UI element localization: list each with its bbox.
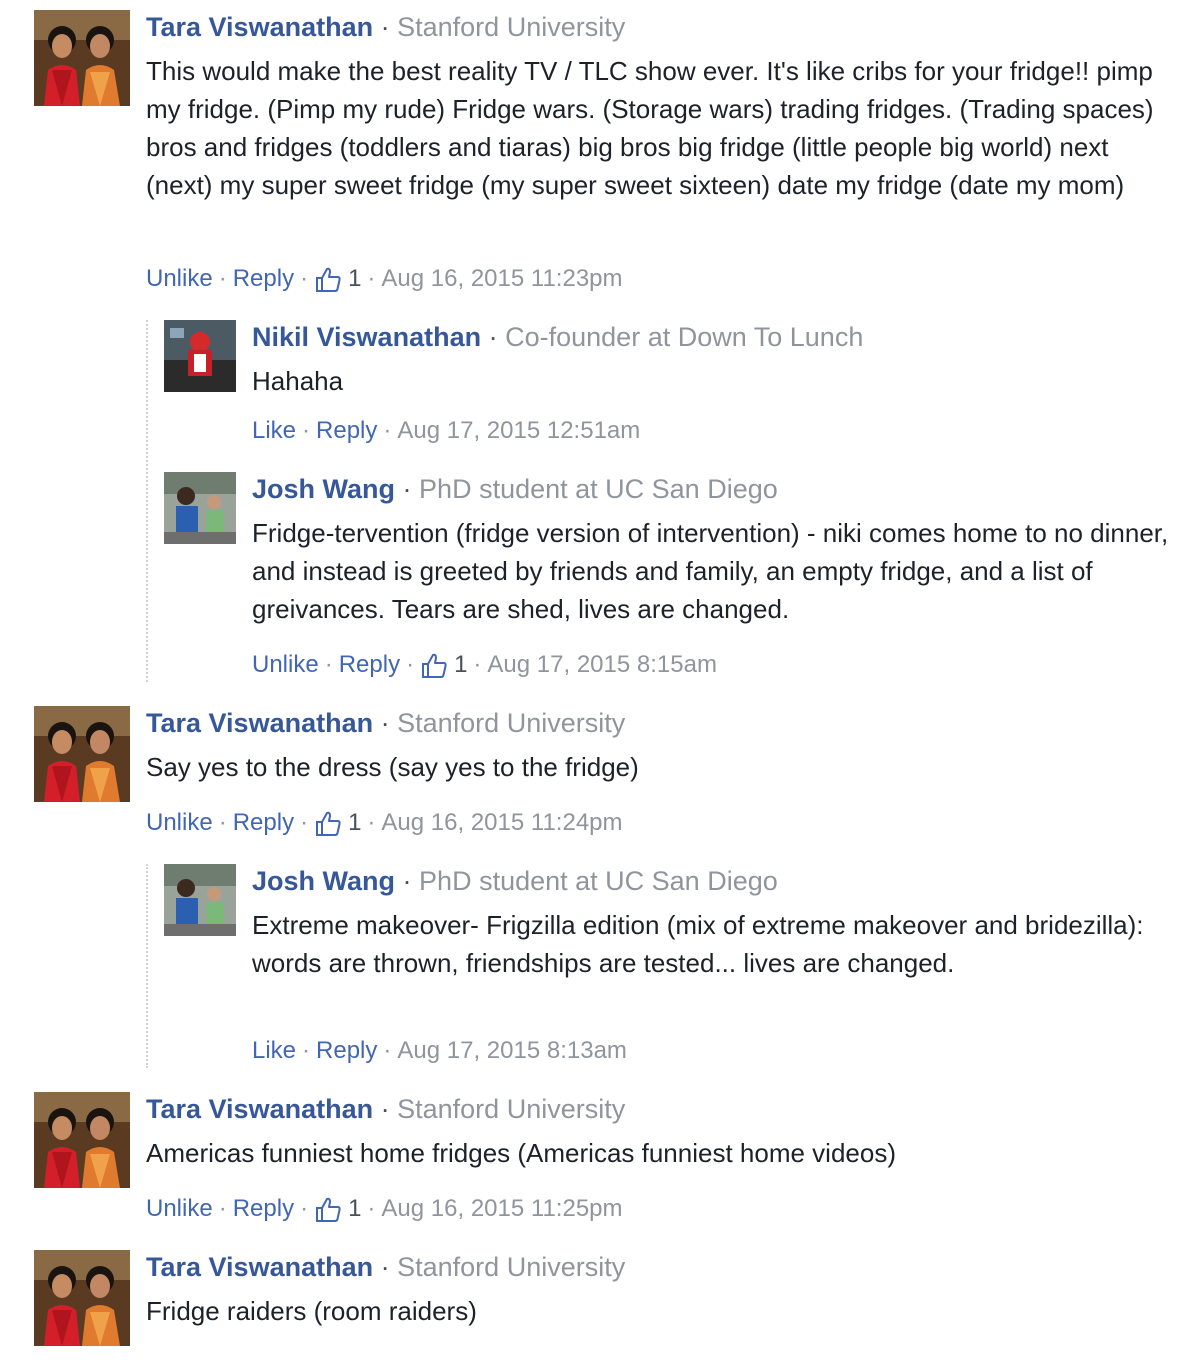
author-affiliation[interactable]: PhD student at UC San Diego <box>419 474 778 504</box>
author-affiliation[interactable]: Stanford University <box>397 12 625 42</box>
timestamp[interactable]: Aug 17, 2015 8:13am <box>397 1036 627 1066</box>
avatar[interactable] <box>34 1250 130 1346</box>
comment-text: Fridge-tervention (fridge version of int… <box>252 518 1169 624</box>
separator: · <box>380 12 390 42</box>
like-link[interactable]: Like <box>252 1036 296 1066</box>
comment-text: Fridge raiders (room raiders) <box>146 1296 477 1326</box>
comment-text: Hahaha <box>252 366 344 396</box>
avatar[interactable] <box>34 10 130 106</box>
author-affiliation[interactable]: Stanford University <box>397 1252 625 1282</box>
reply-thread <box>146 864 148 1068</box>
comment-text: Americas funniest home fridges (Americas… <box>146 1138 896 1168</box>
author-affiliation[interactable]: Stanford University <box>397 708 625 738</box>
timestamp[interactable]: Aug 16, 2015 11:25pm <box>381 1194 622 1224</box>
author-affiliation[interactable]: Co-founder at Down To Lunch <box>505 322 863 352</box>
author-affiliation[interactable]: PhD student at UC San Diego <box>419 866 778 896</box>
thumbs-up-icon <box>314 265 342 293</box>
unlike-link[interactable]: Unlike <box>146 264 213 294</box>
timestamp[interactable]: Aug 17, 2015 8:15am <box>487 650 717 680</box>
comment-text: Say yes to the dress (say yes to the fri… <box>146 752 639 782</box>
reply-link[interactable]: Reply <box>316 1036 377 1066</box>
thumbs-up-icon <box>314 809 342 837</box>
comment-text: Extreme makeover- Frigzilla edition (mix… <box>252 910 1144 978</box>
author-name[interactable]: Nikil Viswanathan <box>252 322 481 352</box>
author-name[interactable]: Tara Viswanathan <box>146 12 373 42</box>
avatar[interactable] <box>34 706 130 802</box>
timestamp[interactable]: Aug 17, 2015 12:51am <box>397 416 640 446</box>
author-name[interactable]: Tara Viswanathan <box>146 1094 373 1124</box>
reply-link[interactable]: Reply <box>339 650 400 680</box>
reply-thread <box>146 320 148 682</box>
reply-link[interactable]: Reply <box>233 808 294 838</box>
unlike-link[interactable]: Unlike <box>146 808 213 838</box>
like-count[interactable]: 1 <box>314 1194 361 1224</box>
like-count[interactable]: 1 <box>314 808 361 838</box>
like-link[interactable]: Like <box>252 416 296 446</box>
avatar[interactable] <box>34 1092 130 1188</box>
reply-link[interactable]: Reply <box>233 1194 294 1224</box>
author-name[interactable]: Josh Wang <box>252 866 395 896</box>
author-affiliation[interactable]: Stanford University <box>397 1094 625 1124</box>
thumbs-up-icon <box>314 1195 342 1223</box>
reply-link[interactable]: Reply <box>233 264 294 294</box>
timestamp[interactable]: Aug 16, 2015 11:23pm <box>381 264 622 294</box>
thumbs-up-icon <box>420 651 448 679</box>
author-name[interactable]: Tara Viswanathan <box>146 708 373 738</box>
like-count[interactable]: 1 <box>314 264 361 294</box>
avatar[interactable] <box>164 864 236 936</box>
timestamp[interactable]: Aug 16, 2015 11:24pm <box>381 808 622 838</box>
like-count[interactable]: 1 <box>420 650 467 680</box>
author-name[interactable]: Josh Wang <box>252 474 395 504</box>
unlike-link[interactable]: Unlike <box>252 650 319 680</box>
avatar[interactable] <box>164 320 236 392</box>
avatar[interactable] <box>164 472 236 544</box>
unlike-link[interactable]: Unlike <box>146 1194 213 1224</box>
author-name[interactable]: Tara Viswanathan <box>146 1252 373 1282</box>
comment-text: This would make the best reality TV / TL… <box>146 56 1154 200</box>
reply-link[interactable]: Reply <box>316 416 377 446</box>
